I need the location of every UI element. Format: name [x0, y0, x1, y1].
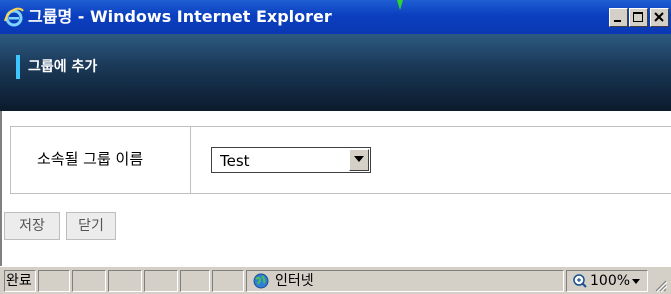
status-text: 완료: [6, 273, 32, 289]
group-select-value: Test: [220, 152, 250, 170]
status-cell: [72, 270, 106, 292]
minimize-icon: [614, 20, 621, 22]
zone-text: 인터넷: [275, 273, 314, 289]
group-name-label: 소속될 그룹 이름: [37, 150, 144, 168]
status-bar: 완료 인터넷 100%: [0, 266, 671, 294]
window-title: 그룹명 - Windows Internet Explorer: [28, 7, 332, 26]
page-header: 그룹에 추가: [0, 34, 671, 111]
status-cell: [144, 270, 178, 292]
accent-bar: [16, 55, 20, 79]
save-button[interactable]: 저장: [4, 212, 60, 240]
title-bar[interactable]: 그룹명 - Windows Internet Explorer: [0, 0, 671, 34]
status-cell: [38, 270, 70, 292]
zoom-icon: [573, 274, 587, 288]
globe-icon: [253, 273, 269, 289]
zoom-level: 100%: [590, 273, 631, 289]
page-title: 그룹에 추가: [28, 59, 98, 75]
group-form: 소속될 그룹 이름 Test: [10, 126, 671, 194]
maximize-icon: [633, 12, 643, 22]
label-cell: 소속될 그룹 이름: [11, 127, 191, 193]
close-dialog-button[interactable]: 닫기: [66, 212, 116, 240]
resize-grip-icon[interactable]: [650, 275, 668, 293]
status-cell: [108, 270, 142, 292]
maximize-button[interactable]: [629, 8, 648, 27]
left-edge: [0, 111, 2, 266]
chevron-down-icon[interactable]: [632, 279, 640, 285]
cursor-marker-icon: [397, 0, 403, 10]
chevron-down-icon: [354, 156, 364, 162]
group-select[interactable]: Test: [211, 147, 371, 173]
status-cell: [180, 270, 210, 292]
minimize-button[interactable]: [609, 8, 628, 27]
select-dropdown-button[interactable]: [349, 149, 369, 171]
status-cell: [212, 270, 244, 292]
close-icon: [654, 12, 664, 22]
close-button[interactable]: [650, 8, 669, 27]
